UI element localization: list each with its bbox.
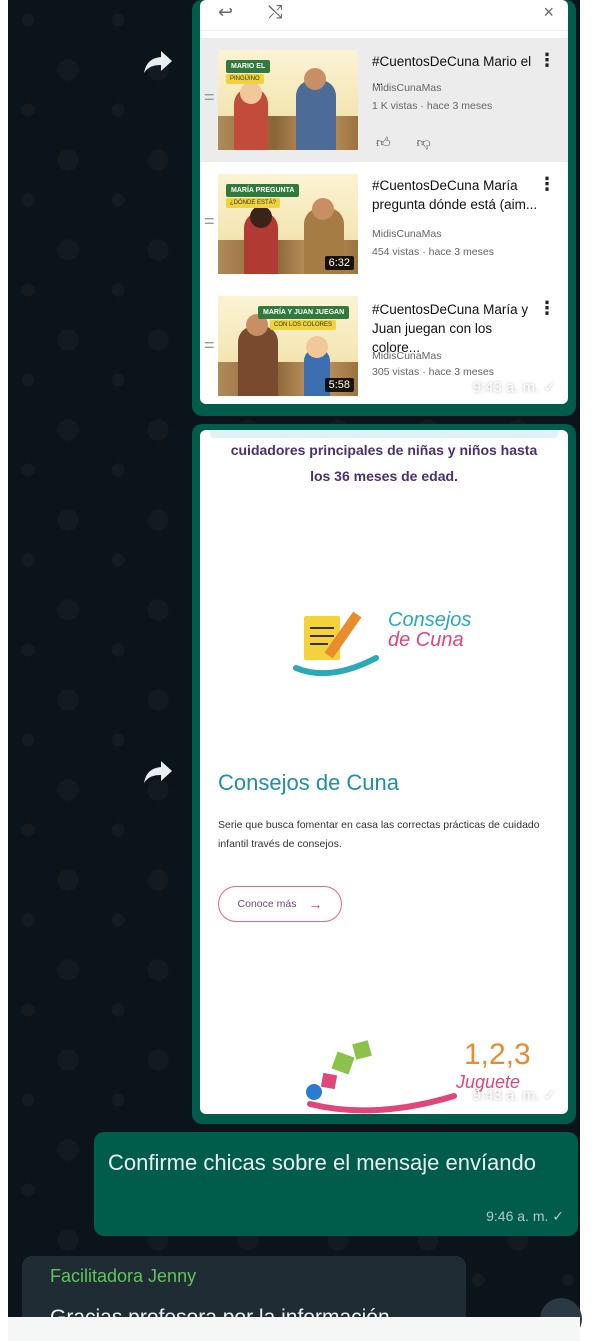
more-vert-icon[interactable]: ⋮: [538, 50, 556, 71]
youtube-playlist-card[interactable]: ↩ ⤭ × = MARIO EL PINGÜINO #CuentosDeCuna…: [200, 0, 568, 404]
thumbnail-tag: MARÍA PREGUNTA: [226, 184, 300, 197]
shuffle-icon[interactable]: ⤭: [268, 2, 282, 23]
drag-handle-icon[interactable]: =: [204, 212, 215, 230]
thumbnail-subtag: CON LOS COLORES: [270, 320, 337, 330]
thumbnail-subtag: PINGÜINO: [226, 74, 264, 84]
video-meta: 305 vistas · hace 3 meses: [372, 366, 494, 378]
drag-handle-icon[interactable]: =: [204, 88, 215, 106]
bottom-bar: [8, 1317, 580, 1341]
outgoing-text-bubble[interactable]: Confirme chicas sobre el mensaje envíand…: [94, 1132, 578, 1236]
toy-logo-icon: [306, 1040, 457, 1114]
youtube-toolbar: ↩ ⤭ ×: [200, 0, 568, 31]
button-label: Conoce más: [237, 898, 297, 910]
sender-name: Facilitadora Jenny: [50, 1266, 197, 1286]
thumbnail-tag: MARIO EL: [226, 60, 271, 73]
message-timestamp: 9:43 a. m. ✓: [472, 379, 556, 396]
more-vert-icon[interactable]: ⋮: [538, 298, 556, 319]
logo-line: de Cuna: [388, 629, 464, 651]
loop-icon[interactable]: ↩: [218, 2, 233, 23]
thumb-down-icon[interactable]: 👎︎: [417, 134, 431, 150]
consejos-share-bubble[interactable]: cuidadores principales de niñas y niños …: [192, 424, 576, 1124]
screen-edge-right: [580, 0, 594, 1341]
thumbnail-tag: MARÍA Y JUAN JUEGAN: [258, 306, 350, 319]
notepad-pencil-logo-icon: [293, 611, 379, 677]
video-actions: 👍︎ 👎︎: [376, 134, 431, 151]
consejos-de-cuna-card[interactable]: cuidadores principales de niñas y niños …: [200, 430, 568, 1114]
drag-handle-icon[interactable]: =: [204, 336, 215, 354]
video-title[interactable]: #CuentosDeCuna María pregunta dónde está…: [372, 176, 538, 214]
forward-icon[interactable]: [140, 754, 176, 790]
arrow-right-icon: →: [308, 896, 323, 912]
close-icon[interactable]: ×: [543, 2, 554, 23]
video-duration: 5:58: [324, 378, 354, 392]
message-text: Confirme chicas sobre el mensaje envíand…: [108, 1150, 537, 1175]
video-duration: 6:32: [324, 256, 354, 270]
screen-edge-left: [0, 0, 8, 1341]
video-title-line: #CuentosDeCuna María y: [372, 302, 529, 317]
youtube-share-bubble[interactable]: ↩ ⤭ × = MARIO EL PINGÜINO #CuentosDeCuna…: [192, 0, 576, 416]
section-heading: Consejos de Cuna: [218, 770, 400, 795]
video-channel: MidisCunaMas: [372, 350, 442, 362]
video-title-line: pregunta dónde está (aim...: [372, 197, 538, 212]
video-meta: 1 K vistas · hace 3 meses: [372, 100, 493, 112]
consejos-logo-text: Consejos de Cuna: [388, 610, 471, 650]
video-meta: 454 vistas · hace 3 meses: [372, 246, 494, 258]
more-vert-icon[interactable]: ⋮: [538, 174, 556, 195]
video-thumbnail[interactable]: MARIO EL PINGÜINO: [218, 50, 358, 150]
message-timestamp: 9:46 a. m. ✓: [486, 1208, 564, 1224]
video-title[interactable]: #CuentosDeCuna María y Juan juegan con l…: [372, 300, 538, 357]
video-title-line: #CuentosDeCuna María: [372, 178, 518, 193]
juguete-number: 1,2,3: [464, 1038, 531, 1071]
intro-text-line: cuidadores principales de niñas y niños …: [230, 442, 538, 458]
logo-line: Consejos: [388, 609, 472, 631]
forward-icon[interactable]: [140, 44, 176, 80]
conoce-mas-button[interactable]: Conoce más →: [218, 886, 342, 922]
playlist-item[interactable]: = MARÍA PREGUNTA ¿DÓNDE ESTÁ? 6:32 #Cuen…: [200, 162, 568, 286]
message-timestamp: 9:43 a. m. ✓: [472, 1087, 556, 1104]
intro-text-line: los 36 meses de edad.: [310, 468, 458, 484]
video-thumbnail[interactable]: MARÍA PREGUNTA ¿DÓNDE ESTÁ? 6:32: [218, 174, 358, 274]
playlist-item[interactable]: = MARIO EL PINGÜINO #CuentosDeCuna Mario…: [200, 38, 568, 162]
video-channel: MidisCunaMas: [372, 82, 442, 94]
thumbnail-subtag: ¿DÓNDE ESTÁ?: [226, 198, 281, 208]
top-banner: [210, 430, 558, 438]
section-description: Serie que busca fomentar en casa las cor…: [218, 819, 540, 850]
video-thumbnail[interactable]: MARÍA Y JUAN JUEGAN CON LOS COLORES 5:58: [218, 296, 358, 396]
video-channel: MidisCunaMas: [372, 228, 442, 240]
thumb-up-icon[interactable]: 👍︎: [376, 134, 391, 150]
